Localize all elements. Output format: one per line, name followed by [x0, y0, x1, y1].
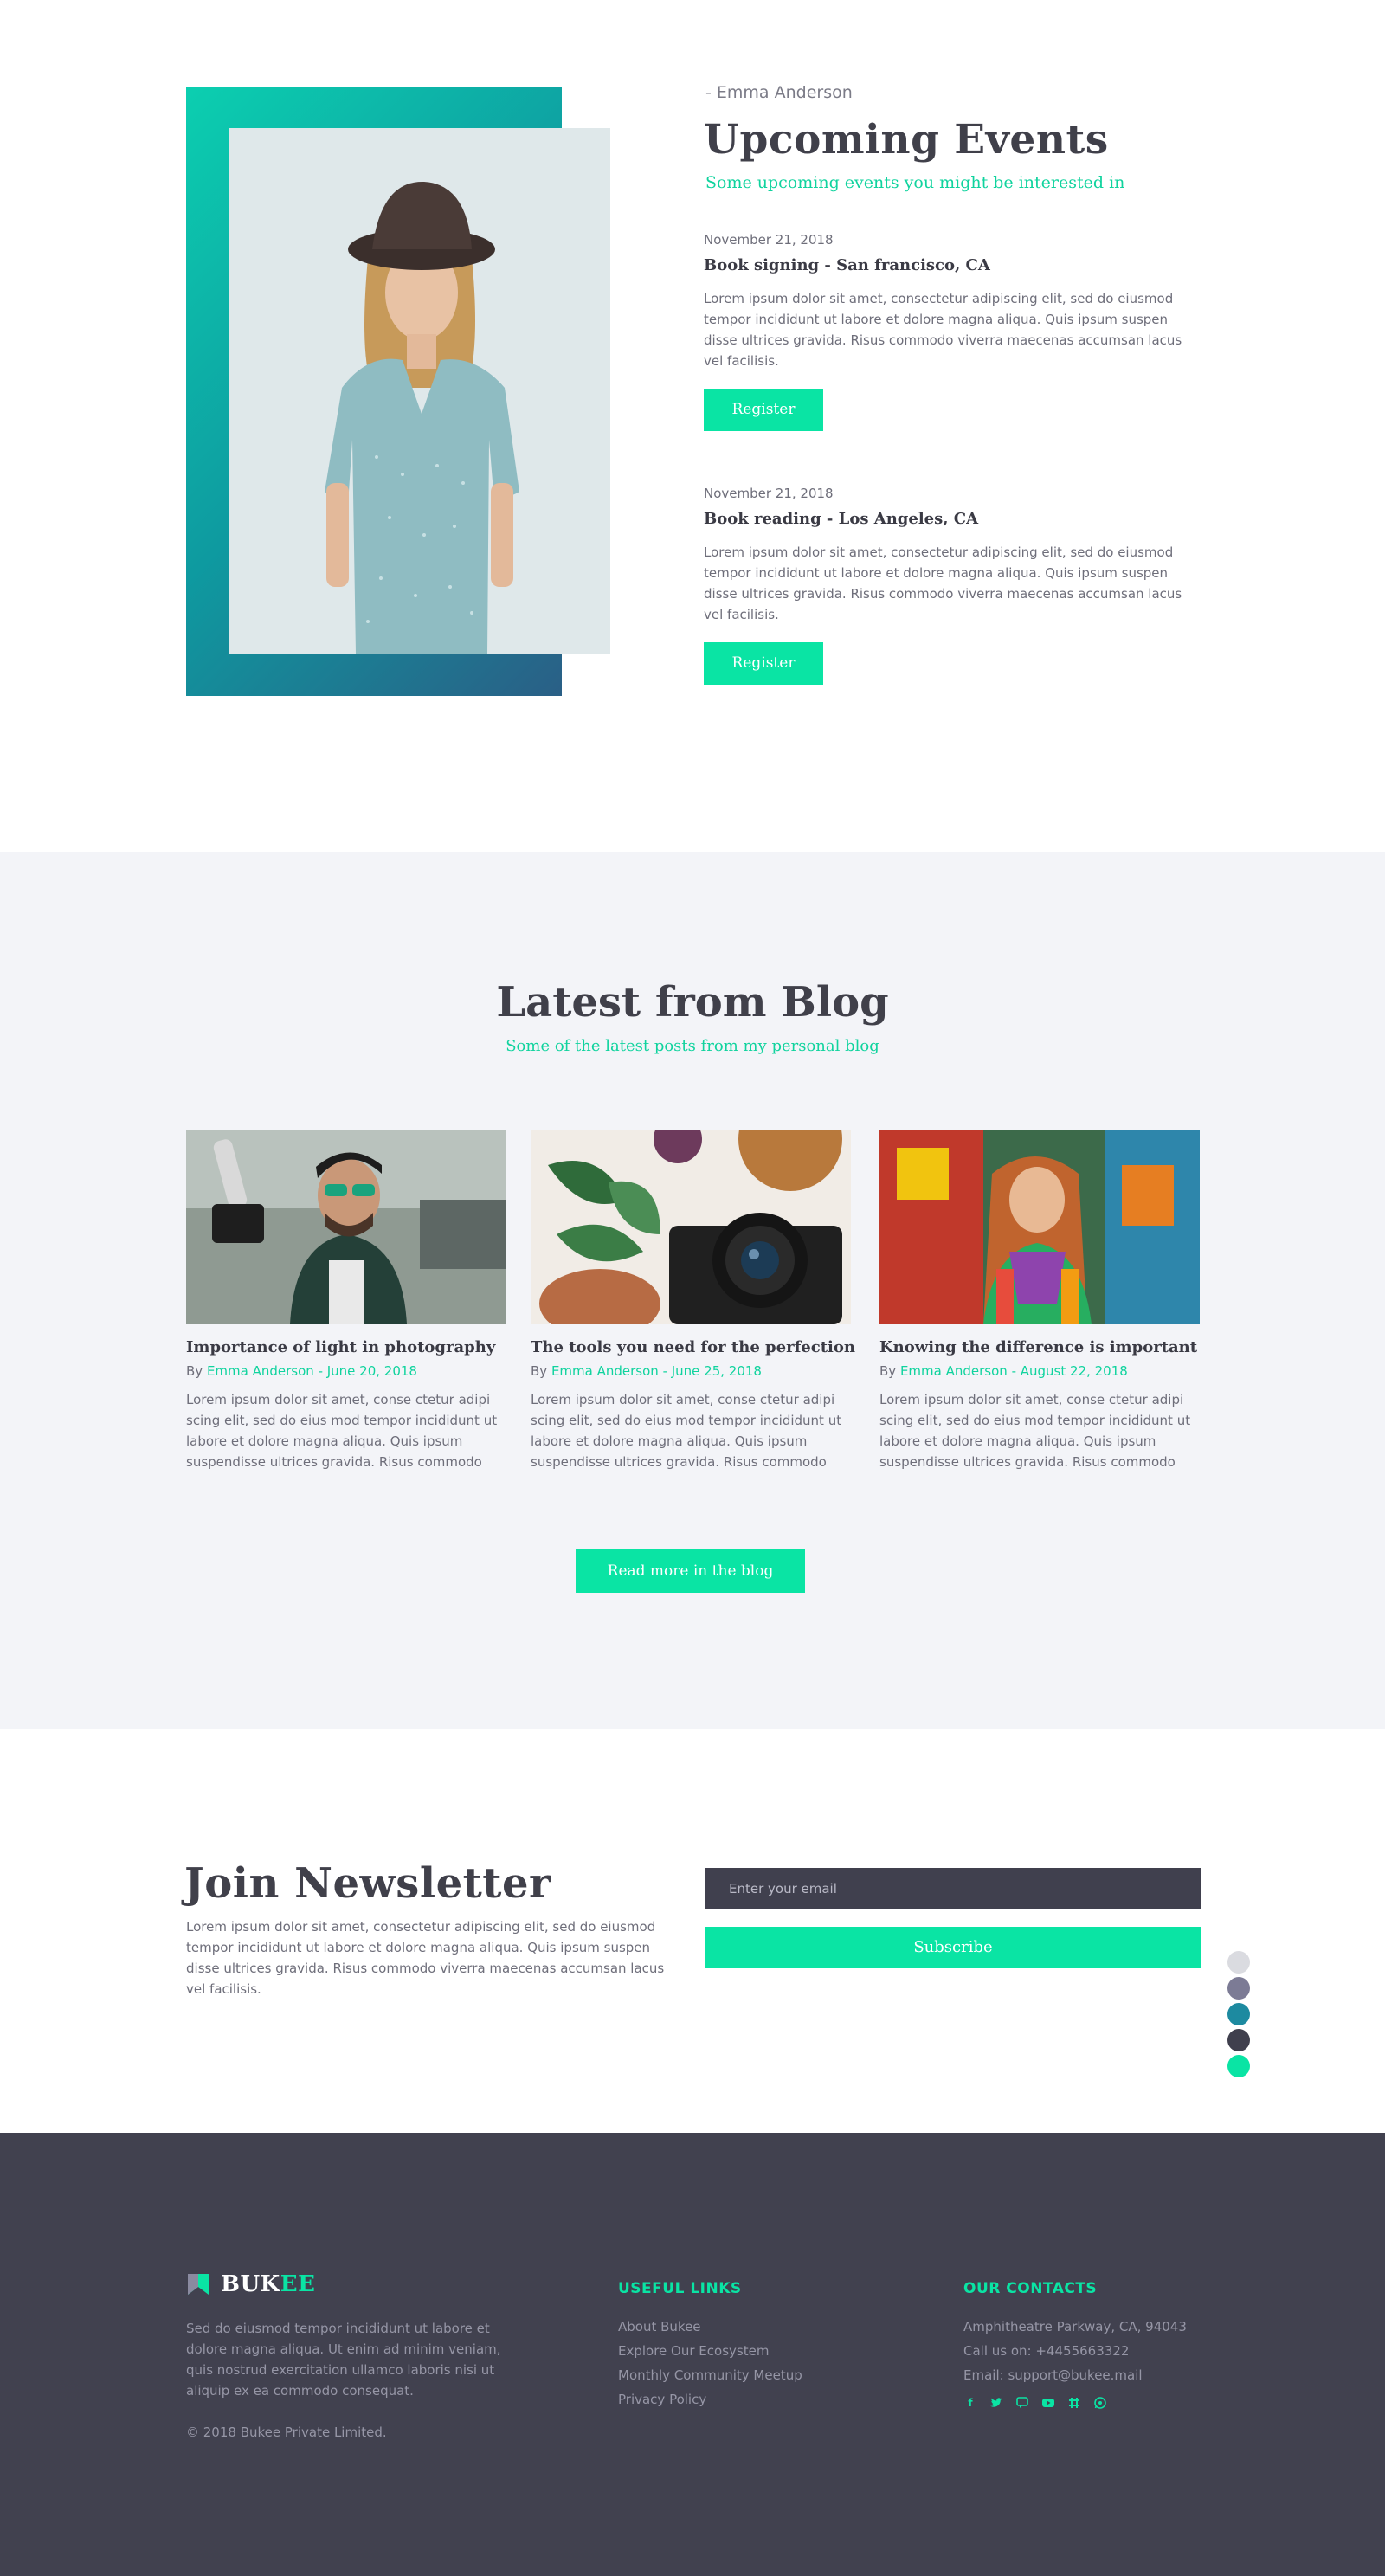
youtube-icon[interactable]: [1041, 2396, 1055, 2410]
events-section: - Emma Anderson Upcoming Events Some upc…: [0, 0, 1385, 852]
brand-name: BUKEE: [221, 2271, 316, 2297]
contacts-column: OUR CONTACTS Amphitheatre Parkway, CA, 9…: [963, 2280, 1187, 2410]
event-item: November 21, 2018 Book reading - Los Ang…: [704, 486, 1206, 685]
color-swatch[interactable]: [1227, 2003, 1250, 2025]
contacts-list: Amphitheatre Parkway, CA, 94043 Call us …: [963, 2315, 1187, 2387]
author-portrait-image: [229, 128, 610, 654]
blog-title: Latest from Blog: [496, 978, 889, 1027]
contact-phone[interactable]: Call us on: +4455663322: [963, 2339, 1187, 2363]
event-item: November 21, 2018 Book signing - San fra…: [704, 232, 1206, 431]
event-name: Book signing - San francisco, CA: [704, 256, 990, 274]
email-input[interactable]: [705, 1868, 1201, 1909]
twitter-icon[interactable]: [989, 2396, 1003, 2410]
event-description: Lorem ipsum dolor sit amet, consectetur …: [704, 544, 1182, 622]
color-swatch[interactable]: [1227, 1951, 1250, 1974]
blog-post-image[interactable]: [186, 1130, 506, 1324]
whatsapp-icon[interactable]: [1093, 2396, 1107, 2410]
brand-logo[interactable]: BUKEE: [186, 2271, 315, 2297]
color-swatch[interactable]: [1227, 2029, 1250, 2051]
author-date-link[interactable]: Emma Anderson - August 22, 2018: [900, 1363, 1128, 1379]
footer-about: Sed do eiusmod tempor incididunt ut labo…: [186, 2321, 501, 2399]
contacts-heading: OUR CONTACTS: [963, 2280, 1098, 2297]
chat-icon[interactable]: [1015, 2396, 1029, 2410]
contact-email[interactable]: Email: support@bukee.mail: [963, 2363, 1187, 2387]
event-date: November 21, 2018: [704, 486, 834, 501]
blog-post-meta: By Emma Anderson - June 25, 2018: [531, 1363, 851, 1379]
social-links: f: [963, 2396, 1187, 2410]
blog-post-card[interactable]: The tools you need for the perfection By…: [531, 1130, 855, 1472]
theme-color-switcher: [1227, 1951, 1250, 2081]
event-author: - Emma Anderson: [705, 83, 853, 102]
by-label: By: [879, 1363, 897, 1379]
copyright: © 2018 Bukee Private Limited.: [186, 2425, 387, 2440]
blog-subtitle: Some of the latest posts from my persona…: [506, 1037, 879, 1055]
footer-link-about[interactable]: About Bukee: [618, 2315, 802, 2339]
author-date-link[interactable]: Emma Anderson - June 20, 2018: [207, 1363, 417, 1379]
blog-section: Latest from Blog Some of the latest post…: [0, 852, 1385, 1729]
blog-post-image[interactable]: [531, 1130, 851, 1324]
blog-post-meta: By Emma Anderson - August 22, 2018: [879, 1363, 1200, 1379]
author-date-link[interactable]: Emma Anderson - June 25, 2018: [551, 1363, 762, 1379]
site-footer: BUKEE Sed do eiusmod tempor incididunt u…: [0, 2133, 1385, 2576]
read-more-blog-button[interactable]: Read more in the blog: [576, 1549, 805, 1593]
blog-post-title[interactable]: Importance of light in photography: [186, 1338, 506, 1356]
register-button[interactable]: Register: [704, 642, 823, 685]
footer-link-ecosystem[interactable]: Explore Our Ecosystem: [618, 2339, 802, 2363]
blog-post-title[interactable]: The tools you need for the perfection: [531, 1338, 855, 1356]
newsletter-description: Lorem ipsum dolor sit amet, consectetur …: [186, 1919, 665, 1997]
blog-post-card[interactable]: Importance of light in photography By Em…: [186, 1130, 506, 1472]
slack-icon[interactable]: [1067, 2396, 1081, 2410]
by-label: By: [531, 1363, 548, 1379]
register-button[interactable]: Register: [704, 389, 823, 431]
events-title: Upcoming Events: [704, 116, 1109, 164]
footer-link-meetup[interactable]: Monthly Community Meetup: [618, 2363, 802, 2387]
useful-links-heading: USEFUL LINKS: [618, 2280, 742, 2297]
bookmark-logo-icon: [188, 2274, 209, 2295]
blog-post-card[interactable]: Knowing the difference is important By E…: [879, 1130, 1200, 1472]
subscribe-button[interactable]: Subscribe: [705, 1927, 1201, 1968]
newsletter-section: Join Newsletter Lorem ipsum dolor sit am…: [0, 1729, 1385, 2133]
color-swatch[interactable]: [1227, 1977, 1250, 2000]
color-swatch[interactable]: [1227, 2055, 1250, 2077]
event-description: Lorem ipsum dolor sit amet, consectetur …: [704, 291, 1182, 369]
event-date: November 21, 2018: [704, 232, 834, 248]
event-name: Book reading - Los Angeles, CA: [704, 510, 979, 528]
contact-address: Amphitheatre Parkway, CA, 94043: [963, 2319, 1187, 2334]
blog-post-excerpt: Lorem ipsum dolor sit amet, conse ctetur…: [186, 1392, 498, 1470]
facebook-icon[interactable]: f: [963, 2396, 977, 2410]
events-subtitle: Some upcoming events you might be intere…: [705, 173, 1125, 192]
blog-post-excerpt: Lorem ipsum dolor sit amet, conse ctetur…: [531, 1392, 842, 1470]
blog-post-excerpt: Lorem ipsum dolor sit amet, conse ctetur…: [879, 1392, 1191, 1470]
blog-post-title[interactable]: Knowing the difference is important: [879, 1338, 1200, 1356]
newsletter-title: Join Newsletter: [184, 1859, 551, 1908]
blog-post-meta: By Emma Anderson - June 20, 2018: [186, 1363, 506, 1379]
footer-link-privacy[interactable]: Privacy Policy: [618, 2387, 802, 2412]
useful-links-column: USEFUL LINKS About Bukee Explore Our Eco…: [618, 2280, 802, 2412]
useful-links-list: About Bukee Explore Our Ecosystem Monthl…: [618, 2315, 802, 2412]
by-label: By: [186, 1363, 203, 1379]
blog-post-image[interactable]: [879, 1130, 1200, 1324]
